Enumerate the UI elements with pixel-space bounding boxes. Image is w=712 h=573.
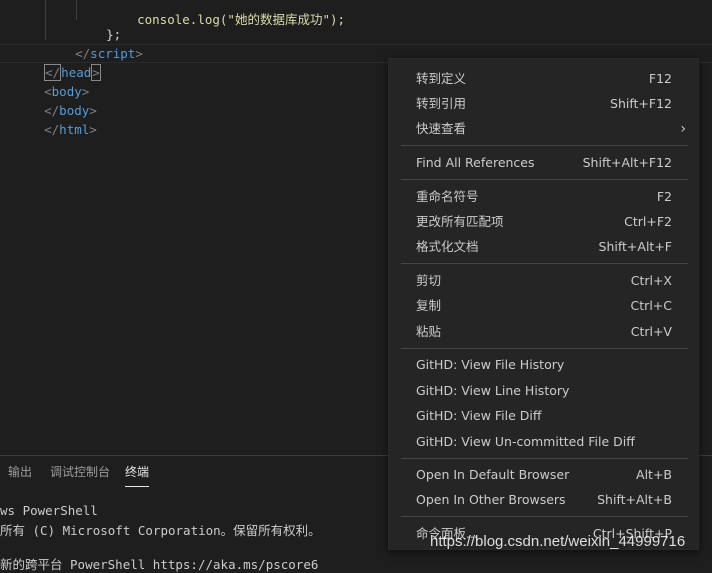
menu-separator — [401, 516, 688, 517]
menu-separator — [401, 458, 688, 459]
chevron-right-icon: › — [680, 121, 686, 137]
menu-item-githd-file-diff[interactable]: GitHD: View File Diff — [389, 404, 698, 428]
menu-item-find-all-references[interactable]: Find All References Shift+Alt+F12 — [389, 151, 698, 175]
code-line-6: </body> — [44, 103, 97, 118]
menu-item-open-other-browsers[interactable]: Open In Other Browsers Shift+Alt+B — [389, 488, 698, 512]
code-line-2: }; — [76, 6, 121, 42]
watermark: https://blog.csdn.net/weixin_44999716 — [430, 533, 686, 550]
tab-terminal[interactable]: 终端 — [125, 464, 150, 487]
menu-item-githd-file-history[interactable]: GitHD: View File History — [389, 353, 698, 377]
code-text: console.log("她的数据库成功"); — [137, 12, 346, 27]
code-line-1: console.log("她的数据库成功"); — [107, 0, 345, 27]
code-line-4: </head> — [14, 44, 101, 81]
tab-debug-console[interactable]: 调试控制台 — [50, 464, 110, 484]
menu-item-peek[interactable]: 快速查看 › — [389, 117, 698, 141]
menu-separator — [401, 263, 688, 264]
menu-separator — [401, 348, 688, 349]
terminal-line: ws PowerShell — [0, 503, 98, 518]
menu-item-rename-symbol[interactable]: 重命名符号 F2 — [389, 185, 698, 209]
menu-item-open-default-browser[interactable]: Open In Default Browser Alt+B — [389, 463, 698, 487]
code-line-7: </html> — [44, 122, 97, 137]
menu-item-githd-line-history[interactable]: GitHD: View Line History — [389, 379, 698, 403]
code-line-5: <body> — [44, 84, 90, 99]
menu-item-format-document[interactable]: 格式化文档 Shift+Alt+F — [389, 235, 698, 259]
context-menu: 转到定义 F12 转到引用 Shift+F12 快速查看 › Find All … — [388, 58, 699, 550]
menu-separator — [401, 145, 688, 146]
tab-output[interactable]: 输出 — [8, 464, 32, 484]
menu-item-paste[interactable]: 粘贴 Ctrl+V — [389, 320, 698, 344]
terminal-line: 新的跨平台 PowerShell https://aka.ms/pscore6 — [0, 557, 319, 572]
menu-item-cut[interactable]: 剪切 Ctrl+X — [389, 269, 698, 293]
menu-item-githd-uncommitted-diff[interactable]: GitHD: View Un-committed File Diff — [389, 430, 698, 454]
menu-item-change-all-occurrences[interactable]: 更改所有匹配项 Ctrl+F2 — [389, 210, 698, 234]
matched-bracket: > — [91, 64, 101, 81]
menu-separator — [401, 179, 688, 180]
menu-item-go-to-definition[interactable]: 转到定义 F12 — [389, 67, 698, 91]
menu-item-copy[interactable]: 复制 Ctrl+C — [389, 294, 698, 318]
menu-item-go-to-references[interactable]: 转到引用 Shift+F12 — [389, 92, 698, 116]
terminal-line: 所有 (C) Microsoft Corporation。保留所有权利。 — [0, 523, 321, 538]
tag-name: html — [59, 122, 90, 137]
code-line-3: </script> — [75, 46, 143, 61]
